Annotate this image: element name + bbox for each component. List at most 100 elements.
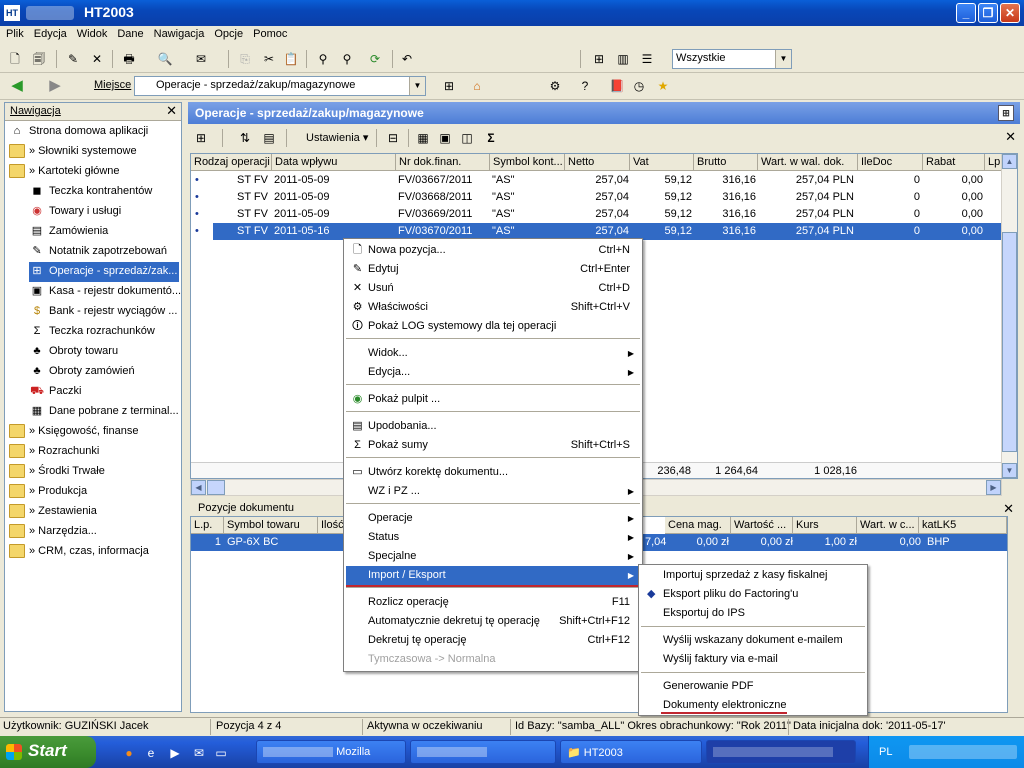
nav-item[interactable]: ◉ Towary i usługi — [29, 202, 179, 222]
group-icon[interactable]: ▣ — [436, 129, 454, 147]
task-ht2003-folder[interactable]: 📁 HT2003 — [560, 740, 702, 764]
nav-item[interactable]: ▤ Zamówienia — [29, 222, 179, 242]
columns-icon[interactable]: ▥ — [614, 50, 632, 68]
undo-icon[interactable]: ↶ — [398, 50, 416, 68]
menu-item[interactable]: Operacje ▶ — [346, 509, 640, 528]
panel-icon[interactable]: ⊞ — [998, 105, 1014, 121]
nav-item[interactable]: Σ Teczka rozrachunków — [29, 322, 179, 342]
menu-item[interactable]: ◉ Pokaż pulpit ... — [346, 390, 640, 409]
nav-item[interactable]: $ Bank - rejestr wyciągów ... — [29, 302, 179, 322]
minimize-button[interactable]: _ — [956, 3, 976, 23]
column-header[interactable]: Brutto — [694, 154, 758, 171]
filter-list-icon[interactable]: ☰ — [638, 50, 656, 68]
menu-item[interactable]: Import / Eksport ▶ — [346, 566, 640, 587]
menu-widok[interactable]: Widok — [73, 26, 112, 42]
filter-icon[interactable]: ▦ — [414, 129, 432, 147]
menu-item[interactable]: Dekretuj tę operację Ctrl+F12 — [346, 631, 640, 650]
preview-icon[interactable]: 🔍 — [156, 50, 174, 68]
scroll-right-icon[interactable]: ▶ — [986, 480, 1001, 495]
nav-item[interactable]: » Środki Trwałe — [9, 462, 179, 482]
desktop-icon[interactable]: ▭ — [212, 744, 230, 762]
ie-icon[interactable]: e — [142, 744, 160, 762]
submenu-item[interactable]: Eksportuj do IPS — [641, 604, 865, 623]
properties-icon[interactable]: ⊟ — [384, 129, 402, 147]
book-icon[interactable]: 📕 — [608, 77, 626, 95]
menu-item[interactable]: 🗋 Nowa pozycja... Ctrl+N — [346, 241, 640, 260]
menu-opcje[interactable]: Opcje — [210, 26, 247, 42]
column-header[interactable]: Symbol towaru — [224, 517, 318, 534]
column-header[interactable]: Symbol kont... — [490, 154, 565, 171]
help-icon[interactable]: ? — [576, 77, 594, 95]
chevron-down-icon[interactable]: ▼ — [775, 50, 791, 68]
submenu-item[interactable]: Wyślij faktury via e-mail — [641, 650, 865, 669]
start-button[interactable]: Start — [0, 736, 96, 768]
nav-item[interactable]: ✎ Notatnik zapotrzebowań — [29, 242, 179, 262]
menu-item[interactable]: Widok... ▶ — [346, 344, 640, 363]
menu-item[interactable]: Edycja... ▶ — [346, 363, 640, 382]
menu-dane[interactable]: Dane — [113, 26, 147, 42]
column-header[interactable]: Nr dok.finan. — [396, 154, 490, 171]
menu-item[interactable]: WZ i PZ ... ▶ — [346, 482, 640, 501]
maximize-button[interactable]: ❐ — [978, 3, 998, 23]
nav-item[interactable]: » Kartoteki główne — [9, 162, 179, 182]
submenu-item[interactable]: Generowanie PDF — [641, 677, 865, 696]
scroll-left-icon[interactable]: ◀ — [191, 480, 206, 495]
menu-item[interactable]: ▤ Upodobania... — [346, 417, 640, 436]
column-header[interactable]: Wart. w c... — [857, 517, 919, 534]
firefox-icon[interactable]: ● — [120, 744, 138, 762]
menu-item[interactable]: Tymczasowa -> Normalna — [346, 650, 640, 669]
tree-view-icon[interactable]: ⊞ — [440, 77, 458, 95]
find-icon[interactable]: ⚲ — [314, 50, 332, 68]
new-doc-settings-icon[interactable]: 🗐 — [30, 50, 48, 68]
nav-item[interactable]: » Słowniki systemowe — [9, 142, 179, 162]
sigma-icon[interactable]: Σ — [482, 129, 500, 147]
submenu-item[interactable]: ◆ Eksport pliku do Factoring'u — [641, 585, 865, 604]
task-ht2003-a[interactable] — [410, 740, 556, 764]
submenu-item[interactable]: Wyślij wskazany dokument e-mailem — [641, 631, 865, 650]
table-row[interactable]: • ST FV 2011-05-09 FV/03667/2011 "AS" 257,04 5… — [191, 172, 999, 189]
print-icon[interactable]: 🖶 — [120, 50, 138, 68]
menu-item[interactable]: Σ Pokaż sumy Shift+Ctrl+S — [346, 436, 640, 455]
nav-item[interactable]: » CRM, czas, informacja — [9, 542, 179, 562]
column-header[interactable]: Cena mag. — [665, 517, 731, 534]
menu-item[interactable]: Specjalne ▶ — [346, 547, 640, 566]
column-header[interactable]: Kurs — [793, 517, 857, 534]
details-icon[interactable]: ◫ — [458, 129, 476, 147]
copy-icon[interactable]: ⎘ — [236, 50, 254, 68]
close-icon[interactable]: ✕ — [1005, 129, 1016, 145]
close-icon[interactable]: ✕ — [1003, 501, 1014, 517]
column-header[interactable]: Rodzaj operacji — [191, 154, 272, 171]
column-header[interactable]: Wart. w wal. dok. — [758, 154, 858, 171]
nav-item[interactable]: ♣ Obroty towaru — [29, 342, 179, 362]
table-row[interactable]: • ST FV 2011-05-09 FV/03668/2011 "AS" 257,04 5… — [191, 189, 999, 206]
scroll-down-icon[interactable]: ▼ — [1002, 463, 1017, 478]
nav-item[interactable]: ◼ Teczka kontrahentów — [29, 182, 179, 202]
menu-item[interactable]: Automatycznie dekretuj tę operację Shift+… — [346, 612, 640, 631]
column-header[interactable]: katLK5 — [919, 517, 1007, 534]
filter-select[interactable]: Wszystkie ▼ — [672, 49, 792, 69]
sort-icon[interactable]: ⇅ — [236, 129, 254, 147]
scroll-up-icon[interactable]: ▲ — [1002, 154, 1017, 169]
vertical-scrollbar[interactable]: ▲ ▼ — [1001, 154, 1017, 478]
menu-pomoc[interactable]: Pomoc — [249, 26, 291, 42]
app-icon[interactable]: HT — [4, 5, 20, 21]
menu-item[interactable]: 🛈 Pokaż LOG systemowy dla tej operacji — [346, 317, 640, 336]
tools-icon[interactable]: ⚙ — [546, 77, 564, 95]
close-button[interactable]: ✕ — [1000, 3, 1020, 23]
clock-icon[interactable]: ◷ — [630, 77, 648, 95]
cut-icon[interactable]: ✂ — [260, 50, 278, 68]
menu-item[interactable]: ✎ Edytuj Ctrl+Enter — [346, 260, 640, 279]
refresh-icon[interactable]: ⟳ — [366, 50, 384, 68]
column-header[interactable]: Wartość ... — [731, 517, 793, 534]
column-header[interactable]: Vat — [630, 154, 694, 171]
back-icon[interactable]: ◀ — [8, 77, 26, 95]
nav-item[interactable]: ▣ Kasa - rejestr dokumentó... — [29, 282, 181, 302]
column-header[interactable]: L.p. — [191, 517, 224, 534]
nav-item[interactable]: ⛟ Paczki — [29, 382, 179, 402]
menu-item[interactable]: ▭ Utwórz korektę dokumentu... — [346, 463, 640, 482]
menu-edycja[interactable]: Edycja — [30, 26, 71, 42]
nav-item[interactable]: ♣ Obroty zamówień — [29, 362, 179, 382]
edit-icon[interactable]: ✎ — [64, 50, 82, 68]
nav-item[interactable]: » Rozrachunki — [9, 442, 179, 462]
nav-item[interactable]: » Zestawienia — [9, 502, 179, 522]
